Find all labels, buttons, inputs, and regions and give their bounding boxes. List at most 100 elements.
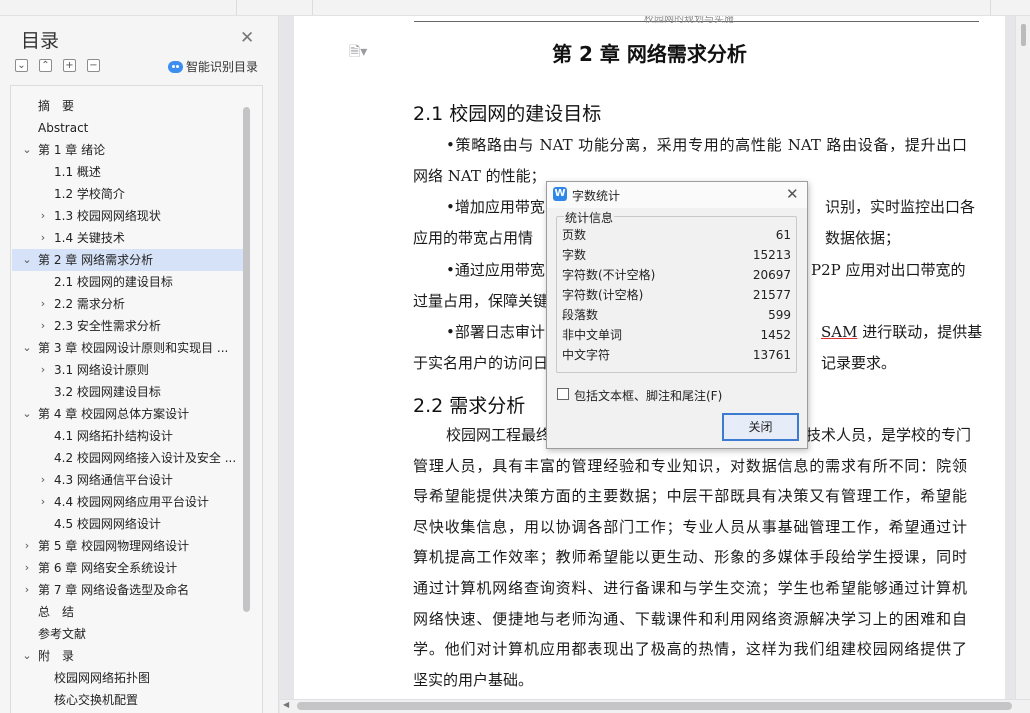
stat-label: 中文字符 [562,348,611,362]
wps-writer-icon: W [553,187,567,201]
toc-item[interactable]: › 1.3 校园网网络现状 [12,205,244,227]
toc-item[interactable]: 2.1 校园网的建设目标 [12,271,244,293]
toc-item[interactable]: 4.5 校园网网络设计 [12,513,244,535]
paragraph-line: 记录要求。 [821,354,897,372]
paragraph-line: •部署日志审计 [446,323,545,341]
close-icon[interactable]: ✕ [786,185,799,203]
robot-icon [168,61,183,73]
chevron-down-icon[interactable]: ⌄ [21,249,33,271]
top-toolbar-strip [0,0,1030,16]
stat-label: 字数 [562,248,587,262]
toc-item-label: 第 6 章 网络安全系统设计 [38,561,178,575]
include-textbox-checkbox[interactable] [557,388,569,400]
chevron-down-icon[interactable]: ⌄ [21,645,33,667]
horizontal-scroll-thumb[interactable] [297,702,1012,710]
toc-item[interactable]: ⌄ 第 3 章 校园网设计原则和实现目 ... [12,337,244,359]
toc-item-label: 4.2 校园网网络接入设计及安全 ... [54,451,237,465]
toc-item[interactable]: › 3.1 网络设计原则 [12,359,244,381]
close-button[interactable]: 关闭 [722,413,799,441]
collapse-all-button[interactable]: ⌃ [39,59,52,72]
paragraph-fragment: 进行联动，提供基 [857,323,983,341]
page-header: 校园网的规划与实施 [644,16,734,25]
toc-item[interactable]: 摘 要 [12,95,244,117]
toc-item[interactable]: › 1.4 关键技术 [12,227,244,249]
toc-item[interactable]: › 第 5 章 校园网物理网络设计 [12,535,244,557]
paragraph-line: P2P 应用对出口带宽的 [811,261,966,279]
toc-item[interactable]: ⌄ 第 4 章 校园网总体方案设计 [12,403,244,425]
toc-item-label: Abstract [38,121,89,135]
chevron-right-icon[interactable]: › [37,469,49,491]
toc-item-label: 第 5 章 校园网物理网络设计 [38,539,190,553]
toc-item-label: 4.1 网络拓扑结构设计 [54,429,173,443]
toc-list: 摘 要 Abstract ⌄ 第 1 章 绪论 1.1 概述 1.2 学校简介 › 1.3 校… [10,85,263,713]
spellcheck-underline: SAM [821,323,858,341]
chevron-right-icon[interactable]: › [37,315,49,337]
toc-item[interactable]: › 第 7 章 网络设备选型及命名 [12,579,244,601]
paragraph-line: 校园网工程最终 [446,426,552,444]
chevron-right-icon[interactable]: › [37,293,49,315]
paragraph-line: •增加应用带宽 [446,198,545,216]
toc-item[interactable]: › 2.2 需求分析 [12,293,244,315]
toc-item[interactable]: › 第 6 章 网络安全系统设计 [12,557,244,579]
stat-row: 页数 61 [562,225,791,245]
chevron-right-icon[interactable]: › [37,359,49,381]
close-icon[interactable]: ✕ [240,28,254,48]
chevron-down-icon[interactable]: ⌄ [21,403,33,425]
toc-item[interactable]: 总 结 [12,601,244,623]
smart-toc-button[interactable]: 智能识别目录 [168,58,258,75]
toc-item-label: 3.2 校园网建设目标 [54,385,161,399]
vertical-scroll-thumb[interactable] [1021,24,1026,46]
chevron-right-icon[interactable]: › [21,535,33,557]
toolbar-segment [313,0,991,15]
toc-item-label: 第 3 章 校园网设计原则和实现目 ... [38,341,229,355]
chevron-right-icon[interactable]: › [37,491,49,513]
include-textbox-label: 包括文本框、脚注和尾注(F) [574,389,723,403]
stats-group-label: 统计信息 [564,209,615,226]
stat-value: 21577 [752,288,791,302]
expand-all-button[interactable]: ⌄ [15,59,28,72]
toc-item[interactable]: › 4.3 网络通信平台设计 [12,469,244,491]
toc-item[interactable]: ⌄ 附 录 [12,645,244,667]
chevron-right-icon[interactable]: › [21,579,33,601]
vertical-scrollbar[interactable] [1015,16,1030,699]
stat-label: 页数 [562,228,587,242]
toc-item-label: 2.1 校园网的建设目标 [54,275,173,289]
toc-item[interactable]: 4.2 校园网网络接入设计及安全 ... [12,447,244,469]
chevron-down-icon[interactable]: ⌄ [21,337,33,359]
toc-item[interactable]: › 2.3 安全性需求分析 [12,315,244,337]
scroll-left-icon[interactable]: ◀ [283,700,289,709]
toc-item-label: 4.5 校园网网络设计 [54,517,161,531]
paragraph-line: 识别，实时监控出口各 [825,198,976,216]
stat-row: 字数 15213 [562,245,791,265]
paragraph-line: 坚实的用户基础。 [413,671,534,689]
toc-item[interactable]: 4.1 网络拓扑结构设计 [12,425,244,447]
toc-item[interactable]: ⌄ 第 2 章 网络需求分析 [12,249,244,271]
toc-item-label: 2.2 需求分析 [54,297,125,311]
toc-item[interactable]: 参考文献 [12,623,244,645]
stat-row: 中文字符 13761 [562,345,791,365]
toc-item-label: 校园网网络拓扑图 [54,671,151,685]
toc-item[interactable]: 1.2 学校简介 [12,183,244,205]
paragraph-line: SAM 进行联动，提供基 [821,321,982,342]
chevron-down-icon[interactable]: ⌄ [21,139,33,161]
toc-item-label: 总 结 [38,605,75,619]
stat-label: 字符数(计空格) [562,288,644,302]
toc-item-label: 附 录 [38,649,75,663]
toc-item[interactable]: 核心交换机配置 [12,689,244,711]
toc-item[interactable]: 3.2 校园网建设目标 [12,381,244,403]
toc-scrollbar[interactable] [243,107,250,612]
stat-row: 非中文单词 1452 [562,325,791,345]
add-heading-button[interactable]: + [63,59,76,72]
toc-item[interactable]: 1.1 概述 [12,161,244,183]
chevron-right-icon[interactable]: › [37,205,49,227]
remove-heading-button[interactable]: − [87,59,100,72]
chevron-right-icon[interactable]: › [21,557,33,579]
toc-item[interactable]: › 4.4 校园网网络应用平台设计 [12,491,244,513]
toc-item[interactable]: Abstract [12,117,244,139]
dialog-titlebar[interactable]: W 字数统计 ✕ [547,182,807,208]
paragraph-line: 于实名用户的访问日 [413,354,549,372]
chevron-right-icon[interactable]: › [37,227,49,249]
toc-item-label: 参考文献 [38,627,87,641]
toc-item[interactable]: 校园网网络拓扑图 [12,667,244,689]
toc-item[interactable]: ⌄ 第 1 章 绪论 [12,139,244,161]
